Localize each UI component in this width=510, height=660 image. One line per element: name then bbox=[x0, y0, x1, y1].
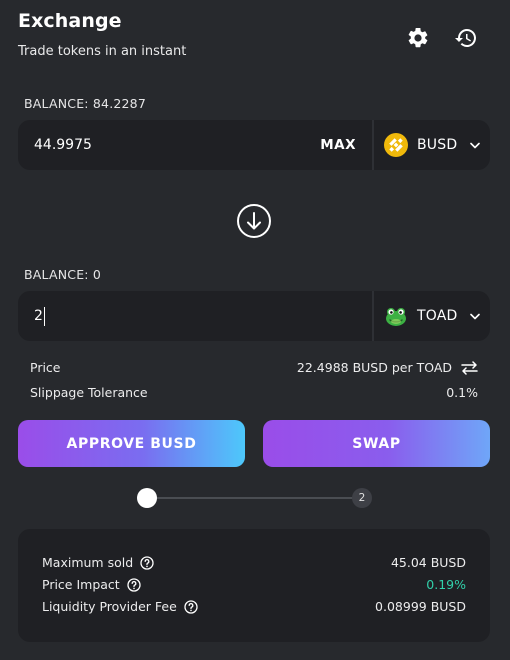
swap-rate-toggle-button[interactable] bbox=[461, 360, 478, 375]
to-input-row: 2 TOAD bbox=[18, 291, 490, 341]
lp-fee-label: Liquidity Provider Fee bbox=[42, 599, 177, 614]
lp-fee-row: Liquidity Provider Fee 0.08999 BUSD bbox=[42, 599, 466, 614]
switch-direction-button[interactable] bbox=[236, 203, 272, 239]
price-impact-value: 0.19% bbox=[426, 577, 466, 592]
price-impact-label: Price Impact bbox=[42, 577, 120, 592]
gear-icon bbox=[408, 27, 428, 48]
to-balance: BALANCE: 0 bbox=[24, 267, 102, 282]
step-2-indicator: 2 bbox=[352, 488, 372, 508]
toad-icon bbox=[386, 308, 406, 326]
to-token-label: TOAD bbox=[417, 308, 458, 324]
price-value-row: 22.4988 BUSD per TOAD bbox=[297, 360, 478, 375]
step-1-indicator bbox=[137, 488, 157, 508]
help-icon[interactable] bbox=[127, 577, 141, 592]
max-sold-label: Maximum sold bbox=[42, 555, 134, 570]
arrows-exchange-icon bbox=[461, 360, 478, 375]
from-token-label: BUSD bbox=[417, 137, 458, 153]
from-balance: BALANCE: 84.2287 bbox=[24, 96, 146, 111]
page-title: Exchange bbox=[18, 10, 122, 32]
arrow-down-circle-icon bbox=[237, 204, 271, 238]
chevron-down-icon bbox=[470, 313, 481, 320]
from-amount-input[interactable]: 44.9975 bbox=[18, 120, 304, 170]
help-icon[interactable] bbox=[184, 599, 198, 614]
to-amount-value: 2 bbox=[34, 308, 43, 324]
settings-button[interactable] bbox=[403, 23, 433, 53]
max-sold-row: Maximum sold 45.04 BUSD bbox=[42, 555, 466, 570]
from-input-row: 44.9975 MAX BUSD bbox=[18, 120, 490, 170]
swap-button[interactable]: SWAP bbox=[263, 420, 490, 467]
lp-fee-value: 0.08999 BUSD bbox=[375, 599, 466, 614]
max-sold-value: 45.04 BUSD bbox=[390, 555, 466, 570]
history-button[interactable] bbox=[451, 23, 481, 53]
max-button[interactable]: MAX bbox=[304, 120, 372, 170]
help-icon[interactable] bbox=[140, 555, 154, 570]
price-label: Price bbox=[30, 360, 61, 375]
to-amount-input[interactable]: 2 bbox=[18, 291, 372, 341]
slippage-label: Slippage Tolerance bbox=[30, 385, 148, 400]
price-value: 22.4988 BUSD per TOAD bbox=[296, 360, 452, 375]
busd-icon bbox=[384, 133, 408, 157]
from-token-select[interactable]: BUSD bbox=[372, 120, 490, 170]
chevron-down-icon bbox=[470, 142, 481, 149]
history-icon bbox=[455, 29, 476, 47]
price-impact-row: Price Impact 0.19% bbox=[42, 577, 466, 592]
step-progress-track bbox=[150, 497, 362, 499]
to-token-select[interactable]: TOAD bbox=[372, 291, 490, 341]
text-cursor bbox=[43, 306, 45, 326]
approve-button[interactable]: APPROVE BUSD bbox=[18, 420, 245, 467]
page-subtitle: Trade tokens in an instant bbox=[18, 44, 187, 59]
slippage-value: 0.1% bbox=[446, 385, 478, 400]
